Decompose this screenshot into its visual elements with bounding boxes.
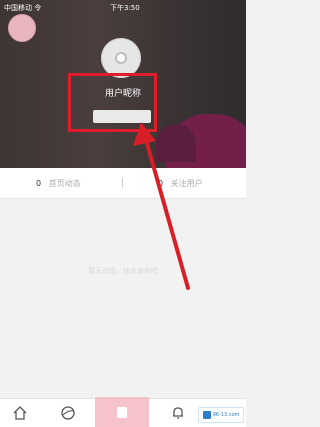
publish-icon: [117, 407, 127, 418]
discover-icon: [61, 406, 75, 420]
bottom-tab-bar: 96-13.com: [0, 397, 246, 427]
stat-following[interactable]: 0 关注用户: [158, 178, 203, 189]
status-bar: 中国移动 令 下午3:50: [0, 0, 246, 16]
avatar[interactable]: [101, 38, 141, 78]
stat-divider: [122, 178, 123, 188]
empty-state-text: 暂无动态，快去发布吧: [88, 267, 158, 275]
stats-bar: 0 首页动态 0 关注用户: [0, 168, 246, 199]
header-background-shape: [156, 124, 196, 162]
watermark-logo-icon: [202, 411, 211, 419]
home-icon: [13, 406, 27, 420]
mini-avatar[interactable]: [8, 14, 36, 42]
bell-icon: [173, 407, 183, 419]
profile-header: 用户昵称: [0, 0, 246, 168]
stat-posts[interactable]: 0 首页动态: [36, 178, 81, 189]
carrier-label: 中国移动 令: [4, 4, 42, 12]
notification-tab[interactable]: [170, 405, 186, 421]
highlight-annotation-box: [68, 73, 157, 132]
publish-tab[interactable]: [95, 397, 149, 427]
site-watermark: 96-13.com: [198, 407, 244, 423]
stat-count: 0: [36, 179, 42, 188]
avatar-placeholder-icon: [117, 54, 125, 62]
watermark-text: 96-13.com: [212, 412, 240, 418]
status-time: 下午3:50: [110, 4, 140, 12]
discover-tab[interactable]: [60, 405, 76, 421]
home-tab[interactable]: [12, 405, 28, 421]
stat-label: 关注用户: [170, 179, 203, 188]
stat-count: 0: [158, 179, 164, 188]
stat-label: 首页动态: [48, 179, 81, 188]
